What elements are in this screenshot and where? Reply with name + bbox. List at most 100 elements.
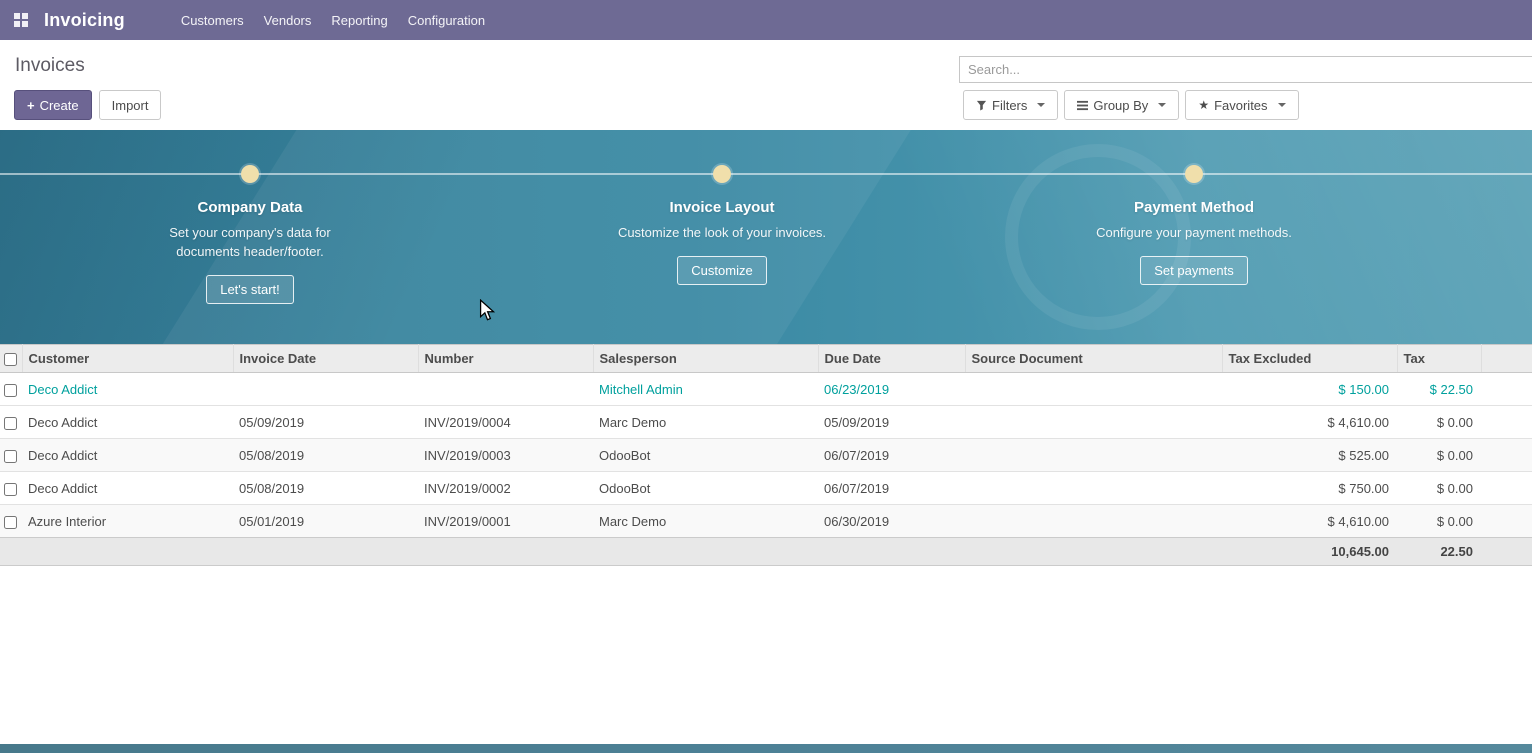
create-button-label: Create <box>40 98 79 113</box>
filters-button[interactable]: Filters <box>963 90 1058 120</box>
invoice-row[interactable]: Deco Addict 05/08/2019 INV/2019/0003 Odo… <box>0 439 1532 472</box>
cell-source-document <box>965 373 1222 406</box>
cell-customer: Deco Addict <box>22 439 233 472</box>
row-checkbox[interactable] <box>4 450 17 463</box>
step-dot-payment-method <box>1185 165 1203 183</box>
invoice-table-body: Deco Addict Mitchell Admin 06/23/2019 $ … <box>0 373 1532 538</box>
step-title: Payment Method <box>1134 199 1254 216</box>
cell-tax: $ 22.50 <box>1397 373 1481 406</box>
cell-customer: Deco Addict <box>22 373 233 406</box>
cell-spacer <box>1481 439 1532 472</box>
cell-tax: $ 0.00 <box>1397 406 1481 439</box>
lets-start-button[interactable]: Let's start! <box>206 275 294 304</box>
step-description: Configure your payment methods. <box>1096 223 1292 242</box>
column-header-due-date[interactable]: Due Date <box>818 345 965 373</box>
select-all-checkbox[interactable] <box>4 353 17 366</box>
favorites-button[interactable]: ★ Favorites <box>1185 90 1298 120</box>
row-checkbox[interactable] <box>4 417 17 430</box>
invoice-row[interactable]: Deco Addict Mitchell Admin 06/23/2019 $ … <box>0 373 1532 406</box>
cell-source-document <box>965 472 1222 505</box>
group-by-button[interactable]: Group By <box>1064 90 1179 120</box>
cell-tax-excluded: $ 750.00 <box>1222 472 1397 505</box>
total-tax: 22.50 <box>1397 538 1481 566</box>
import-button[interactable]: Import <box>99 90 162 120</box>
menu-vendors[interactable]: Vendors <box>254 0 322 40</box>
cell-invoice-date: 05/08/2019 <box>233 439 418 472</box>
cell-spacer <box>1481 472 1532 505</box>
cell-number <box>418 373 593 406</box>
customize-button[interactable]: Customize <box>677 256 766 285</box>
table-footer: 10,645.00 22.50 <box>0 538 1532 566</box>
apps-menu-icon[interactable] <box>0 0 42 40</box>
create-button[interactable]: + Create <box>14 90 92 120</box>
total-tax-excluded: 10,645.00 <box>1222 538 1397 566</box>
menu-reporting[interactable]: Reporting <box>321 0 397 40</box>
row-checkbox[interactable] <box>4 516 17 529</box>
control-panel: Invoices + Create Import Filters <box>0 40 1532 130</box>
row-checkbox[interactable] <box>4 384 17 397</box>
cell-salesperson: Marc Demo <box>593 505 818 538</box>
cell-due-date: 06/23/2019 <box>818 373 965 406</box>
top-navbar: Invoicing Customers Vendors Reporting Co… <box>0 0 1532 40</box>
cell-salesperson: OdooBot <box>593 439 818 472</box>
search-input[interactable] <box>959 56 1532 83</box>
cell-due-date: 05/09/2019 <box>818 406 965 439</box>
page-title: Invoices <box>15 55 85 77</box>
onboarding-step-payment-method: Payment Method Configure your payment me… <box>958 130 1430 344</box>
cell-tax-excluded: $ 525.00 <box>1222 439 1397 472</box>
cell-number: INV/2019/0004 <box>418 406 593 439</box>
cell-source-document <box>965 439 1222 472</box>
chevron-down-icon <box>1037 103 1045 107</box>
onboarding-step-invoice-layout: Invoice Layout Customize the look of you… <box>486 130 958 344</box>
step-title: Invoice Layout <box>669 199 774 216</box>
row-select-cell <box>0 406 22 439</box>
cell-invoice-date <box>233 373 418 406</box>
filters-button-label: Filters <box>992 98 1027 113</box>
step-dot-invoice-layout <box>713 165 731 183</box>
row-checkbox[interactable] <box>4 483 17 496</box>
column-header-invoice-date[interactable]: Invoice Date <box>233 345 418 373</box>
menu-configuration[interactable]: Configuration <box>398 0 495 40</box>
menu-customers[interactable]: Customers <box>171 0 254 40</box>
column-header-tax-excluded[interactable]: Tax Excluded <box>1222 345 1397 373</box>
cell-number: INV/2019/0001 <box>418 505 593 538</box>
cell-due-date: 06/07/2019 <box>818 472 965 505</box>
totals-row: 10,645.00 22.50 <box>0 538 1532 566</box>
invoice-row[interactable]: Azure Interior 05/01/2019 INV/2019/0001 … <box>0 505 1532 538</box>
invoice-row[interactable]: Deco Addict 05/09/2019 INV/2019/0004 Mar… <box>0 406 1532 439</box>
table-header: Customer Invoice Date Number Salesperson… <box>0 345 1532 373</box>
cell-spacer <box>1481 373 1532 406</box>
cell-invoice-date: 05/08/2019 <box>233 472 418 505</box>
cell-tax: $ 0.00 <box>1397 505 1481 538</box>
cell-source-document <box>965 406 1222 439</box>
step-title: Company Data <box>197 199 302 216</box>
onboarding-step-company-data: Company Data Set your company's data for… <box>14 130 486 344</box>
row-select-cell <box>0 439 22 472</box>
set-payments-button[interactable]: Set payments <box>1140 256 1248 285</box>
step-description: Set your company's data for documents he… <box>140 223 360 261</box>
cell-number: INV/2019/0003 <box>418 439 593 472</box>
plus-icon: + <box>27 99 35 112</box>
star-icon: ★ <box>1198 99 1209 111</box>
column-header-spacer <box>1481 345 1532 373</box>
column-header-customer[interactable]: Customer <box>22 345 233 373</box>
column-header-salesperson[interactable]: Salesperson <box>593 345 818 373</box>
column-header-source-document[interactable]: Source Document <box>965 345 1222 373</box>
cell-tax-excluded: $ 4,610.00 <box>1222 406 1397 439</box>
cell-salesperson: Mitchell Admin <box>593 373 818 406</box>
step-description: Customize the look of your invoices. <box>618 223 826 242</box>
app-name[interactable]: Invoicing <box>44 10 125 31</box>
column-header-number[interactable]: Number <box>418 345 593 373</box>
invoice-list-table: Customer Invoice Date Number Salesperson… <box>0 344 1532 566</box>
cell-tax: $ 0.00 <box>1397 439 1481 472</box>
column-header-tax[interactable]: Tax <box>1397 345 1481 373</box>
row-select-cell <box>0 505 22 538</box>
chevron-down-icon <box>1278 103 1286 107</box>
cell-salesperson: OdooBot <box>593 472 818 505</box>
top-menu: Customers Vendors Reporting Configuratio… <box>171 0 495 40</box>
cell-customer: Deco Addict <box>22 406 233 439</box>
onboarding-panel: Company Data Set your company's data for… <box>0 130 1532 344</box>
invoice-row[interactable]: Deco Addict 05/08/2019 INV/2019/0002 Odo… <box>0 472 1532 505</box>
group-by-button-label: Group By <box>1093 98 1148 113</box>
select-all-cell <box>0 345 22 373</box>
